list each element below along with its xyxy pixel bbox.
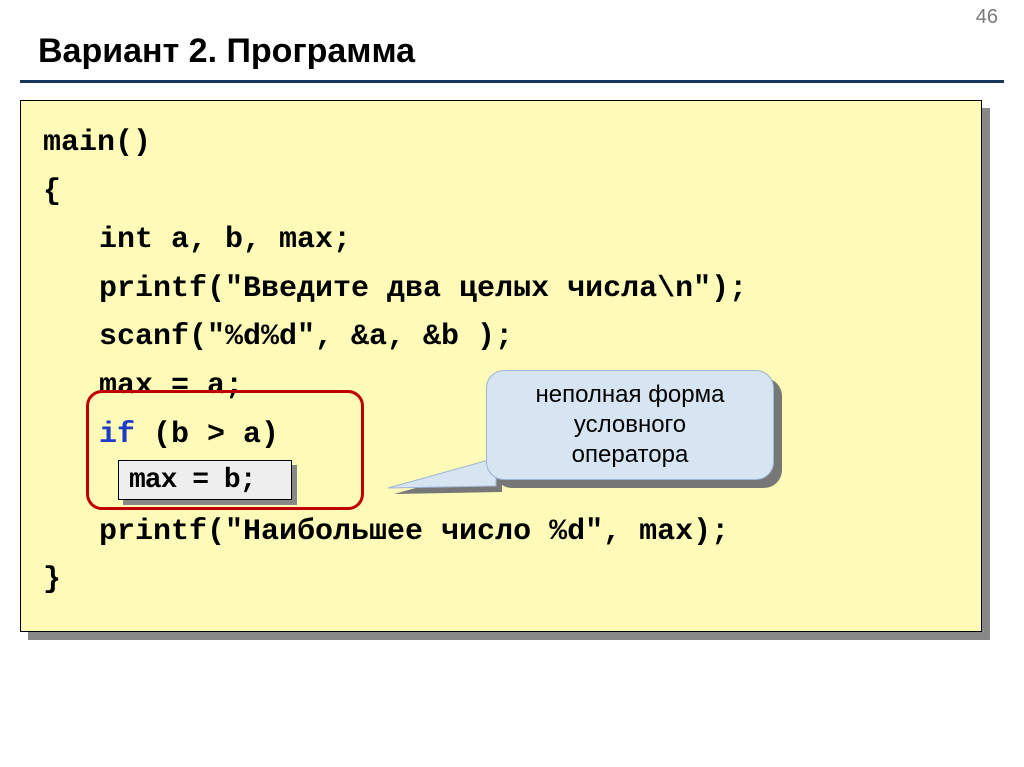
callout-line: условного <box>574 411 686 438</box>
page-number: 46 <box>976 6 998 29</box>
code-line: main() <box>43 119 959 168</box>
code-line: } <box>43 556 959 605</box>
slide-title: Вариант 2. Программа <box>38 32 415 71</box>
title-underline <box>20 80 1004 83</box>
code-line: { <box>43 168 959 217</box>
code-line: printf("Наибольшее число %d", max); <box>43 508 959 557</box>
callout-line: оператора <box>572 441 689 468</box>
callout: неполная форма условного оператора <box>486 370 774 488</box>
code-line: printf("Введите два целых числа\n"); <box>43 265 959 314</box>
callout-line: неполная форма <box>536 381 725 408</box>
code-box: main() { int a, b, max; printf("Введите … <box>20 100 982 632</box>
highlight-box-wrapper: max = b; <box>118 460 292 500</box>
callout-body: неполная форма условного оператора <box>486 370 774 480</box>
code-line: int a, b, max; <box>43 216 959 265</box>
code-line: scanf("%d%d", &a, &b ); <box>43 313 959 362</box>
highlight-box: max = b; <box>118 460 292 500</box>
